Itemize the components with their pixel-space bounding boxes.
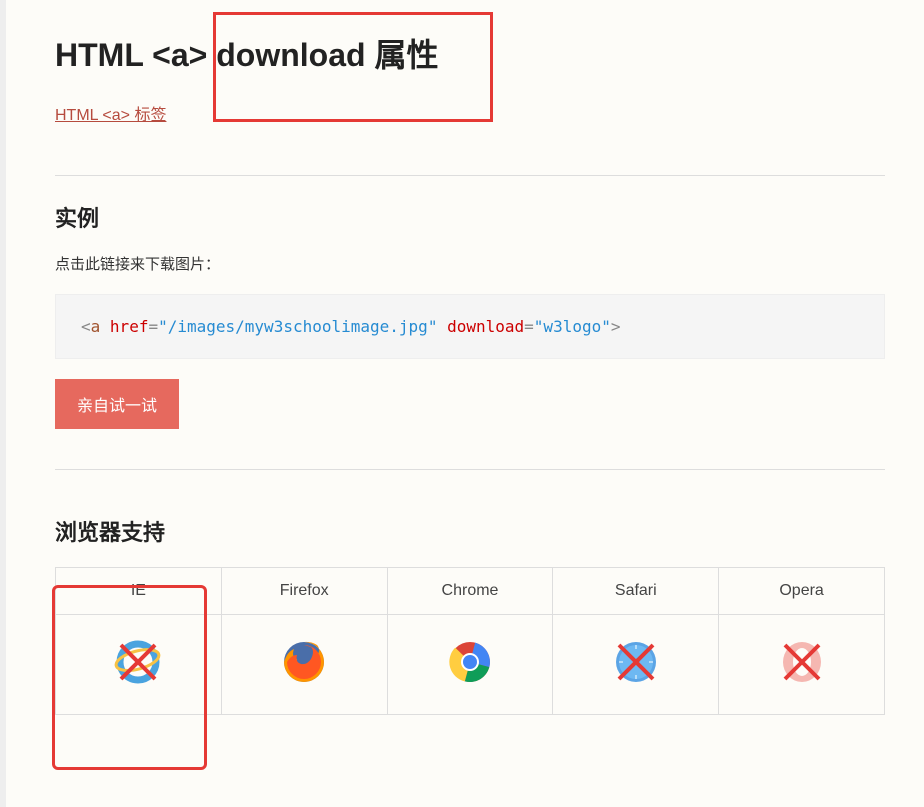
browser-header-ie: IE <box>56 568 222 615</box>
ie-icon <box>113 637 163 687</box>
browser-cell-opera <box>719 615 885 715</box>
code-block: <a href="/images/myw3schoolimage.jpg" do… <box>55 294 885 359</box>
back-link[interactable]: HTML <a> 标签 <box>55 101 166 125</box>
browser-support-table: IE Firefox Chrome Safari Opera <box>55 567 885 715</box>
page-title: HTML <a> download 属性 <box>55 30 885 76</box>
browser-cell-ie <box>56 615 222 715</box>
browser-cell-chrome <box>387 615 553 715</box>
browser-header-firefox: Firefox <box>221 568 387 615</box>
divider <box>55 175 885 176</box>
firefox-icon <box>279 637 329 687</box>
divider <box>55 469 885 470</box>
chrome-icon <box>445 637 495 687</box>
browser-cell-firefox <box>221 615 387 715</box>
example-description: 点击此链接来下载图片： <box>55 253 885 274</box>
opera-icon <box>777 637 827 687</box>
browser-header-safari: Safari <box>553 568 719 615</box>
safari-icon <box>611 637 661 687</box>
example-heading: 实例 <box>55 201 885 233</box>
browser-header-opera: Opera <box>719 568 885 615</box>
browser-cell-safari <box>553 615 719 715</box>
browser-header-chrome: Chrome <box>387 568 553 615</box>
try-it-button[interactable]: 亲自试一试 <box>55 379 179 429</box>
browser-support-heading: 浏览器支持 <box>55 515 885 547</box>
